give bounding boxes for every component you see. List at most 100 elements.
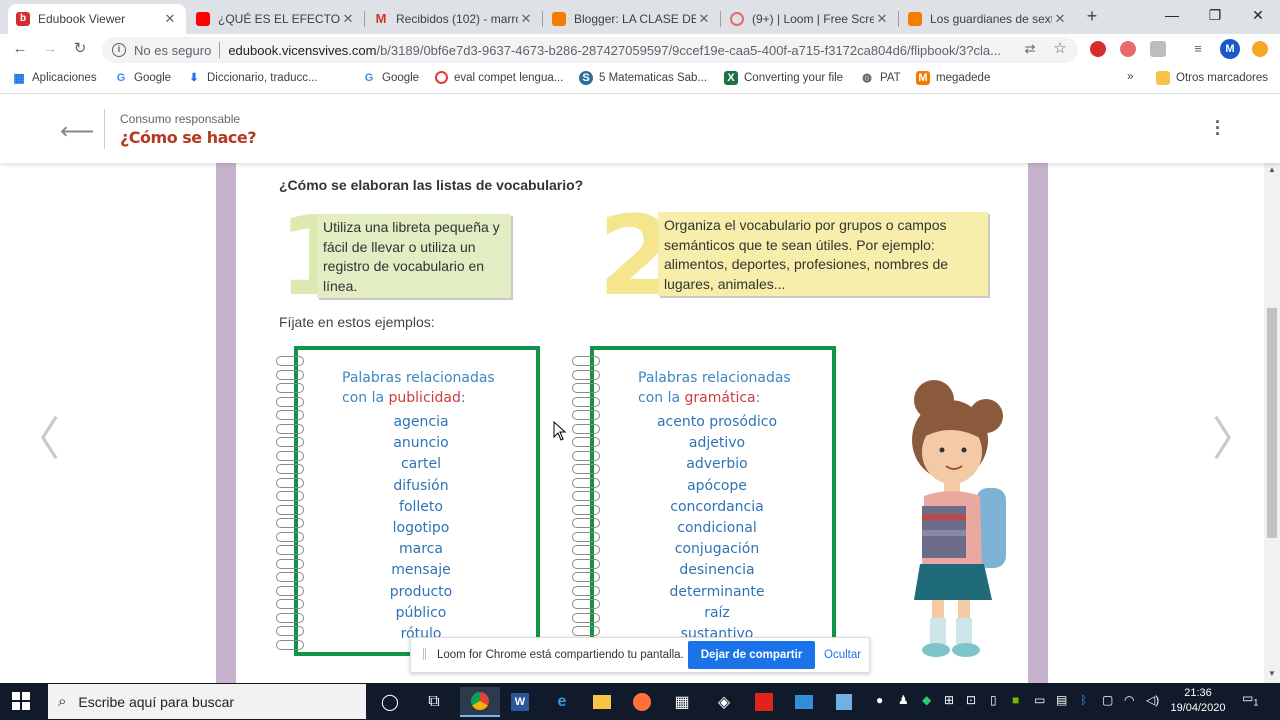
bookmark-google-2[interactable]: G Google bbox=[362, 71, 419, 85]
calculator-icon[interactable]: ▦ bbox=[662, 687, 702, 717]
minimize-button[interactable]: — bbox=[1160, 5, 1184, 25]
tab-loom[interactable]: (9+) | Loom | Free Scre ✕ bbox=[722, 4, 898, 34]
app-taskbar-icon-2[interactable] bbox=[824, 687, 864, 717]
spiral-ring bbox=[572, 477, 600, 488]
other-bookmarks[interactable]: Otros marcadores bbox=[1156, 71, 1268, 85]
tray-icon-a[interactable]: ⊞ bbox=[944, 693, 954, 707]
bookmark-label: Otros marcadores bbox=[1176, 72, 1269, 84]
tray-icon-e[interactable]: ▤ bbox=[1056, 693, 1067, 707]
clock-time: 21:36 bbox=[1184, 687, 1212, 699]
back-arrow-icon[interactable]: ⟵ bbox=[60, 117, 94, 146]
tab-gmail[interactable]: M Recibidos (102) - marro ✕ bbox=[366, 4, 542, 34]
loom-extension-icon[interactable] bbox=[1120, 41, 1136, 57]
bookmark-matematicas[interactable]: S 5 Matematicas Sab... bbox=[579, 71, 707, 85]
tray-app-icon[interactable]: ♟ bbox=[898, 693, 909, 707]
back-icon[interactable]: ← bbox=[10, 39, 30, 59]
chrome-taskbar-icon[interactable] bbox=[460, 687, 500, 717]
search-icon: ⌕ bbox=[58, 693, 67, 710]
system-clock[interactable]: 21:36 19/04/2020 bbox=[1170, 686, 1226, 716]
info-icon[interactable]: i bbox=[112, 43, 126, 57]
close-tab-icon[interactable]: ✕ bbox=[874, 11, 890, 27]
notebook-heading-line1: Palabras relacionadas bbox=[342, 370, 495, 386]
tray-icon-b[interactable]: ⊡ bbox=[966, 693, 976, 707]
tab-youtube[interactable]: ¿QUÉ ES EL EFECTO INV ✕ bbox=[188, 4, 364, 34]
previous-page-icon[interactable]: 〈 bbox=[14, 403, 60, 469]
hide-button[interactable]: Ocultar bbox=[824, 649, 861, 661]
word-taskbar-icon[interactable]: W bbox=[500, 687, 540, 717]
extension-red-icon[interactable] bbox=[1090, 41, 1106, 57]
google-icon: G bbox=[364, 72, 374, 84]
more-options-icon[interactable]: · · · bbox=[1210, 113, 1226, 143]
tab-blogger[interactable]: Blogger: LA CLASE DE S ✕ bbox=[544, 4, 720, 34]
address-bar[interactable]: i No es seguro edubook.vicensvives.com/b… bbox=[102, 37, 1078, 63]
page-scrollbar[interactable]: ▲ ▼ bbox=[1264, 163, 1280, 683]
security-tray-icon[interactable]: ◆ bbox=[922, 693, 931, 707]
close-tab-icon[interactable]: ✕ bbox=[518, 11, 534, 27]
drag-handle-icon[interactable]: ║ bbox=[421, 649, 428, 660]
spiral-ring bbox=[572, 369, 600, 380]
profile-avatar[interactable]: M bbox=[1220, 39, 1240, 59]
taskbar-search[interactable]: ⌕ Escribe aquí para buscar bbox=[48, 684, 366, 719]
scroll-thumb[interactable] bbox=[1267, 308, 1277, 538]
step-1-text: Utiliza una libreta pequeña y fácil de l… bbox=[317, 214, 511, 298]
photos-taskbar-icon[interactable] bbox=[784, 687, 824, 717]
tab-separator bbox=[720, 11, 721, 27]
windows-start-icon[interactable] bbox=[12, 692, 30, 710]
spiral-ring bbox=[276, 423, 304, 434]
nvidia-icon[interactable]: ■ bbox=[1012, 693, 1019, 707]
notification-count: 1 bbox=[1253, 697, 1259, 708]
bookmark-apps[interactable]: ▦ Aplicaciones bbox=[12, 71, 96, 85]
bookmark-eval-compet[interactable]: eval compet lengua... bbox=[435, 71, 563, 84]
forward-icon[interactable]: → bbox=[40, 39, 60, 59]
close-window-button[interactable]: ✕ bbox=[1246, 5, 1270, 25]
tab-edubook-viewer[interactable]: b Edubook Viewer ✕ bbox=[8, 4, 186, 34]
edge-taskbar-icon[interactable]: e bbox=[542, 687, 582, 717]
bookmarks-overflow-button[interactable]: » bbox=[1127, 71, 1133, 83]
bookmark-converting[interactable]: X Converting your file bbox=[724, 71, 843, 85]
close-tab-icon[interactable]: ✕ bbox=[162, 11, 178, 27]
update-alert-icon[interactable] bbox=[1252, 41, 1268, 57]
bookmark-label: 5 Matematicas Sab... bbox=[599, 72, 708, 84]
loom-favicon-icon bbox=[730, 12, 744, 26]
cortana-icon[interactable]: ◯ bbox=[370, 687, 410, 717]
bluetooth-icon[interactable]: ᛒ bbox=[1080, 693, 1087, 707]
microphone-icon[interactable]: ● bbox=[876, 693, 883, 707]
bookmark-google[interactable]: G Google bbox=[114, 71, 171, 85]
app-taskbar-icon[interactable]: ◈ bbox=[704, 687, 744, 717]
bookmark-megadede[interactable]: Mmegadede bbox=[916, 71, 990, 85]
bookmark-diccionario[interactable]: ⬇ Diccionario, traducc... bbox=[187, 71, 317, 85]
task-view-icon[interactable]: ⧉ bbox=[414, 687, 454, 717]
tab-blogger-2[interactable]: Los guardianes de sexto ✕ bbox=[900, 4, 1076, 34]
spiral-ring bbox=[276, 585, 304, 596]
new-tab-button[interactable]: + bbox=[1082, 6, 1102, 26]
bookmark-star-icon[interactable]: ☆ bbox=[1050, 39, 1070, 59]
translate-icon[interactable]: ⇄ bbox=[1020, 39, 1040, 59]
reload-icon[interactable]: ↻ bbox=[70, 39, 90, 59]
close-tab-icon[interactable]: ✕ bbox=[696, 11, 712, 27]
firefox-taskbar-icon[interactable] bbox=[622, 687, 662, 717]
tray-icon-d[interactable]: ▭ bbox=[1034, 693, 1045, 707]
notebook-heading-highlight: gramática bbox=[684, 390, 756, 406]
tray-icon-c[interactable]: ▯ bbox=[990, 693, 997, 707]
spiral-ring bbox=[572, 450, 600, 461]
bookmark-pat[interactable]: ◍ PAT bbox=[860, 71, 900, 85]
spiral-ring bbox=[572, 356, 600, 366]
scroll-up-icon[interactable]: ▲ bbox=[1268, 165, 1276, 174]
next-page-icon[interactable]: 〉 bbox=[1212, 403, 1258, 469]
spiral-ring bbox=[276, 383, 304, 393]
tab-title: Los guardianes de sexto bbox=[930, 12, 1052, 26]
wifi-icon[interactable]: ◠ bbox=[1124, 693, 1134, 707]
close-tab-icon[interactable]: ✕ bbox=[1052, 11, 1068, 27]
notification-center-icon[interactable]: ▭1 bbox=[1242, 691, 1258, 707]
media-queue-icon[interactable]: ≡ bbox=[1188, 39, 1208, 59]
close-tab-icon[interactable]: ✕ bbox=[340, 11, 356, 27]
restore-button[interactable]: ❐ bbox=[1203, 5, 1227, 25]
shield-extension-icon[interactable] bbox=[1150, 41, 1166, 57]
notebook-heading-suffix: : bbox=[460, 390, 466, 406]
file-explorer-icon[interactable] bbox=[582, 687, 622, 717]
tray-icon-f[interactable]: ▢ bbox=[1102, 693, 1113, 707]
acrobat-taskbar-icon[interactable] bbox=[744, 687, 784, 717]
volume-icon[interactable]: ◁) bbox=[1146, 693, 1159, 707]
stop-sharing-button[interactable]: Dejar de compartir bbox=[688, 641, 815, 669]
scroll-down-icon[interactable]: ▼ bbox=[1268, 669, 1276, 678]
